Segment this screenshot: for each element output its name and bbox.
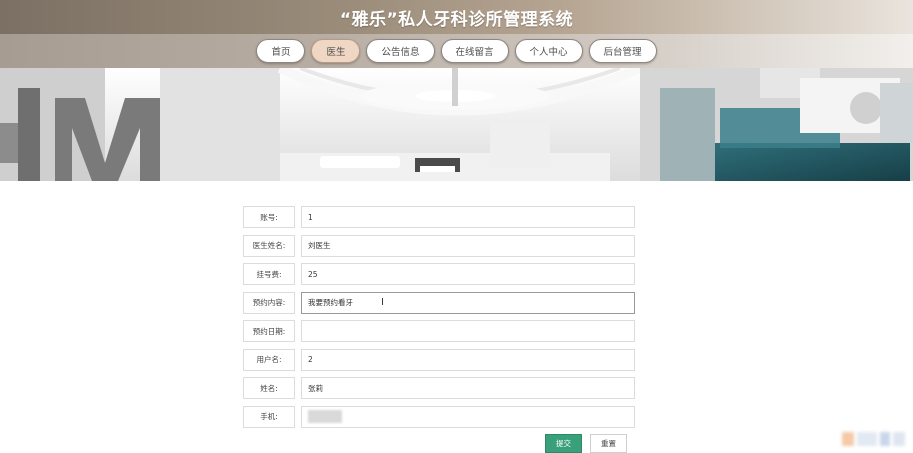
fee-label: 挂号费: [243, 263, 295, 285]
account-input[interactable]: 1 [301, 206, 635, 228]
content-input-value: 我要预约看牙 [308, 298, 353, 307]
submit-button[interactable]: 提交 [545, 434, 582, 453]
content-input[interactable]: 我要预约看牙 I [301, 291, 635, 314]
form-row-doctor-name: 医生姓名: 刘医生 [243, 234, 635, 257]
watermark-block-icon [857, 432, 877, 446]
site-header: “雅乐”私人牙科诊所管理系统 [0, 0, 913, 34]
name-label: 姓名: [243, 377, 295, 399]
form-row-content: 预约内容: 我要预约看牙 I [243, 291, 635, 314]
account-label: 账号: [243, 206, 295, 228]
site-title: “雅乐”私人牙科诊所管理系统 [339, 9, 574, 30]
doctor-name-label: 医生姓名: [243, 234, 295, 257]
form-row-phone: 手机: [243, 405, 635, 428]
content-label: 预约内容: [243, 291, 295, 314]
nav-item-admin[interactable]: 后台管理 [588, 39, 657, 63]
doctor-name-input[interactable]: 刘医生 [301, 234, 635, 257]
banner-image [0, 68, 913, 181]
nav-item-profile[interactable]: 个人中心 [514, 39, 583, 63]
form-row-username: 用户名: 2 [243, 348, 635, 371]
corner-watermark [842, 432, 906, 446]
blurred-phone-value [308, 410, 342, 423]
nav-item-notice[interactable]: 公告信息 [366, 39, 435, 63]
date-label: 预约日期: [243, 320, 295, 342]
text-cursor-icon: I [381, 297, 384, 308]
appointment-form: 账号: 1 医生姓名: 刘医生 挂号费: 25 预约内容: 我要预约看牙 I 预… [243, 206, 635, 434]
watermark-block-icon [880, 432, 890, 446]
nav-item-doctor[interactable]: 医生 [311, 39, 361, 63]
watermark-block-icon [842, 432, 854, 446]
reset-button[interactable]: 重置 [590, 434, 627, 453]
watermark-block-icon [893, 432, 905, 446]
main-nav: 首页 医生 公告信息 在线留言 个人中心 后台管理 [0, 34, 913, 68]
form-row-account: 账号: 1 [243, 206, 635, 228]
nav-item-home[interactable]: 首页 [256, 39, 306, 63]
form-row-date: 预约日期: [243, 320, 635, 342]
phone-label: 手机: [243, 405, 295, 428]
form-actions: 提交 重置 [545, 434, 627, 453]
phone-input[interactable] [301, 405, 635, 428]
username-input[interactable]: 2 [301, 348, 635, 371]
name-input[interactable]: 张莉 [301, 377, 635, 399]
form-row-fee: 挂号费: 25 [243, 263, 635, 285]
nav-item-message[interactable]: 在线留言 [440, 39, 509, 63]
fee-input[interactable]: 25 [301, 263, 635, 285]
date-input[interactable] [301, 320, 635, 342]
username-label: 用户名: [243, 348, 295, 371]
dental-clinic-photo-icon [0, 68, 913, 181]
form-row-name: 姓名: 张莉 [243, 377, 635, 399]
